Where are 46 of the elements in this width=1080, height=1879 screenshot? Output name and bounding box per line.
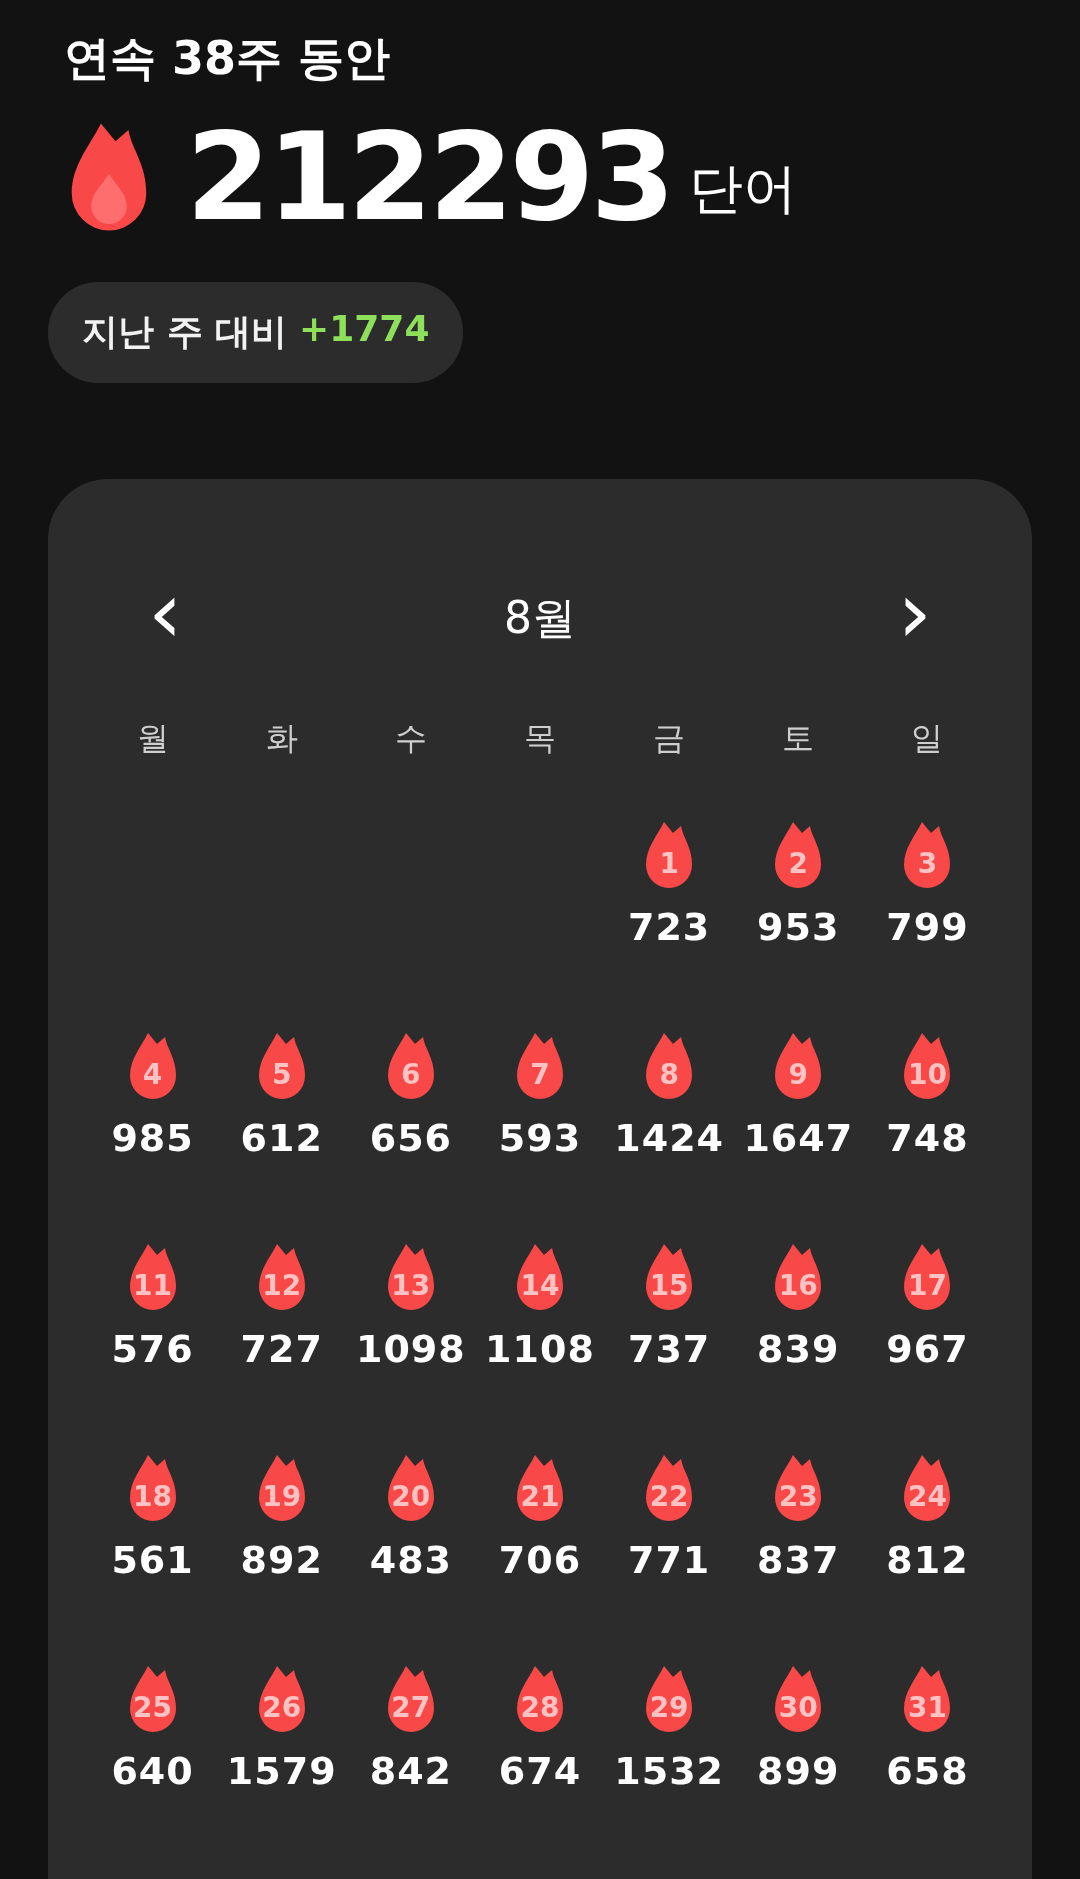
word-count: 1098 [355,1327,466,1371]
weekday-label: 목 [524,718,556,759]
word-count: 842 [369,1749,452,1793]
streak-title: 연속 38주 동안 [64,30,391,87]
word-count: 985 [111,1116,194,1160]
month-label: 8월 [504,590,576,645]
word-count: 1108 [485,1327,595,1371]
word-count: 812 [886,1538,969,1582]
word-count: 748 [886,1116,969,1160]
word-count: 1579 [226,1749,337,1793]
word-count: 658 [886,1749,969,1793]
word-count: 839 [757,1327,840,1371]
word-count: 723 [627,905,711,949]
word-count: 953 [757,905,840,949]
weekday-label: 토 [782,718,815,759]
word-count: 899 [757,1749,840,1793]
weekday-label: 화 [265,718,298,759]
previous-month-button[interactable]: ‹ [138,569,193,667]
word-count: 593 [498,1116,582,1160]
word-count: 706 [498,1538,582,1582]
delta-value: +1774 [299,308,430,351]
word-count: 576 [111,1327,194,1371]
word-count: 1647 [743,1116,854,1160]
word-count: 727 [240,1327,323,1371]
weekday-label: 금 [653,718,686,759]
word-count: 771 [627,1538,711,1582]
word-count: 737 [627,1327,711,1371]
weekday-label: 수 [394,718,427,759]
word-count: 799 [886,905,969,949]
word-count: 561 [111,1538,194,1582]
weekday-label: 월 [136,718,169,759]
weekday-label: 일 [911,718,944,759]
word-count: 837 [757,1538,840,1582]
word-count: 612 [240,1116,323,1160]
word-count: 1424 [614,1116,724,1160]
unit-label: 단어 [689,155,798,222]
next-month-button[interactable]: › [887,569,942,667]
word-count: 212293 [186,116,672,238]
comparison-label: 지난 주 대비 [82,310,288,354]
word-count: 656 [369,1116,452,1160]
word-count: 640 [111,1749,194,1793]
word-count: 892 [240,1538,323,1582]
word-count: 674 [498,1749,582,1793]
word-count: 967 [886,1327,969,1371]
word-count: 1532 [614,1749,724,1793]
word-count: 483 [369,1538,452,1582]
